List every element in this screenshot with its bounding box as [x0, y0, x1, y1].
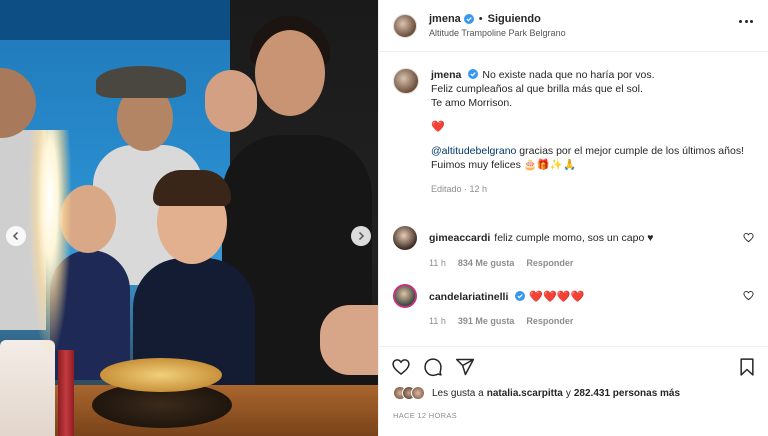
caption-line-4: @altitudebelgrano gracias por el mejor c…	[431, 144, 744, 158]
caption-edited-timestamp: Editado · 12 h	[431, 184, 488, 194]
author-username[interactable]: jmena	[429, 13, 461, 25]
photo-woman-hand	[205, 70, 257, 132]
photo-boy-hair	[153, 170, 231, 206]
more-options-button[interactable]	[739, 20, 753, 26]
comment-avatar-story[interactable]	[393, 284, 417, 308]
caption-row: jmena No existe nada que no haría por vos…	[393, 68, 758, 196]
paper-plane-icon	[455, 358, 475, 376]
comment-row: gimeaccardi feliz cumple momo, sos un cap…	[393, 226, 758, 250]
caption-heart-emoji: ❤️	[431, 121, 445, 133]
photo-person-left-head	[0, 68, 36, 138]
comment-username[interactable]: gimeaccardi	[429, 232, 490, 244]
caption-text-line-4: gracias por el mejor cumple de los últim…	[516, 145, 744, 157]
caption-text-line-5: Fuimos muy felices 🎂🎁✨🙏	[431, 159, 577, 171]
comment-time[interactable]: 11 h	[429, 258, 446, 268]
photo-woman-head	[255, 30, 325, 116]
comment-time[interactable]: 11 h	[429, 316, 446, 326]
caption-username[interactable]: jmena	[431, 69, 461, 81]
heart-icon	[392, 359, 410, 376]
comment-avatar[interactable]	[393, 226, 417, 250]
post-header: jmena • Siguiendo Altitude Trampoline Pa…	[379, 0, 768, 52]
author-info: jmena • Siguiendo Altitude Trampoline Pa…	[429, 13, 566, 38]
photo-sparkler-flame	[28, 130, 72, 360]
comment-icon	[424, 358, 442, 377]
comment-button[interactable]	[423, 357, 443, 377]
share-button[interactable]	[455, 357, 475, 377]
caption-line-1: jmena No existe nada que no haría por vos…	[431, 68, 744, 82]
heart-icon[interactable]	[743, 232, 754, 243]
comment-reply-button[interactable]: Responder	[526, 316, 573, 326]
comment-body: feliz cumple momo, sos un capo ♥	[494, 232, 654, 244]
comment-meta: 11 h 834 Me gusta Responder	[429, 258, 758, 268]
comment-username[interactable]: candelariatinelli	[429, 291, 508, 303]
post-caption: jmena No existe nada que no haría por vos…	[393, 68, 758, 196]
follow-status-button[interactable]: Siguiendo	[488, 13, 541, 25]
instagram-post-view: jmena • Siguiendo Altitude Trampoline Pa…	[0, 0, 768, 436]
caption-text-line-2: Feliz cumpleaños al que brilla más que e…	[431, 83, 643, 95]
post-time-ago[interactable]: HACE 12 HORAS	[393, 411, 457, 420]
verified-badge-icon	[463, 14, 474, 24]
photo-hand-right	[320, 305, 378, 375]
comment-text: gimeaccardi feliz cumple momo, sos un cap…	[429, 232, 653, 244]
caption-text-line-1: No existe nada que no haría por vos.	[482, 69, 655, 81]
caption-mention-link[interactable]: @altitudebelgrano	[431, 145, 516, 157]
likes-middle: y	[565, 387, 571, 399]
photo-sparkler-stick	[58, 350, 74, 436]
like-button[interactable]	[391, 357, 411, 377]
post-location[interactable]: Altitude Trampoline Park Belgrano	[429, 28, 566, 38]
comment-likes[interactable]: 834 Me gusta	[458, 258, 515, 268]
post-actions-bar	[379, 346, 768, 386]
comment-row: candelariatinelli ❤️❤️❤️❤️	[393, 284, 758, 308]
save-button[interactable]	[737, 357, 757, 377]
post-photo[interactable]	[0, 0, 378, 436]
likes-prefix: Les gusta a	[432, 387, 484, 399]
heart-icon[interactable]	[743, 290, 754, 301]
likes-user-link[interactable]: natalia.scarpitta	[487, 388, 563, 399]
liker-avatar	[411, 386, 425, 400]
liker-avatars[interactable]	[393, 386, 425, 400]
carousel-next-button[interactable]	[351, 226, 371, 246]
caption-text-line-3: Te amo Morrison.	[431, 97, 513, 109]
caption-text: jmena No existe nada que no haría por vos…	[431, 68, 744, 196]
more-dot-icon	[739, 20, 742, 23]
verified-badge-icon	[468, 69, 479, 79]
author-line: jmena • Siguiendo	[429, 13, 566, 25]
likes-count-link[interactable]: 282.431 personas más	[574, 388, 680, 399]
comment-item: gimeaccardi feliz cumple momo, sos un cap…	[393, 226, 758, 268]
bookmark-icon	[740, 358, 754, 376]
likes-summary: Les gusta a natalia.scarpitta y 282.431 …	[393, 386, 680, 400]
carousel-prev-button[interactable]	[6, 226, 26, 246]
author-avatar[interactable]	[393, 13, 417, 38]
more-dot-icon	[744, 20, 748, 23]
comment-item: candelariatinelli ❤️❤️❤️❤️ 11 h 391 Me gu…	[393, 284, 758, 326]
more-dot-icon	[750, 20, 753, 23]
comment-reply-button[interactable]: Responder	[526, 258, 573, 268]
photo-cake-top	[100, 358, 222, 392]
post-side-panel: jmena • Siguiendo Altitude Trampoline Pa…	[378, 0, 768, 436]
verified-badge-icon	[515, 290, 526, 301]
separator-dot: •	[478, 13, 483, 25]
chevron-left-icon	[12, 231, 19, 241]
caption-author-avatar[interactable]	[393, 68, 419, 94]
photo-man-hat	[96, 66, 186, 98]
comment-likes[interactable]: 391 Me gusta	[458, 316, 515, 326]
chevron-right-icon	[358, 231, 365, 241]
comment-text: candelariatinelli ❤️❤️❤️❤️	[429, 290, 584, 303]
comment-meta: 11 h 391 Me gusta Responder	[429, 316, 758, 326]
comment-body: ❤️❤️❤️❤️	[529, 290, 585, 303]
